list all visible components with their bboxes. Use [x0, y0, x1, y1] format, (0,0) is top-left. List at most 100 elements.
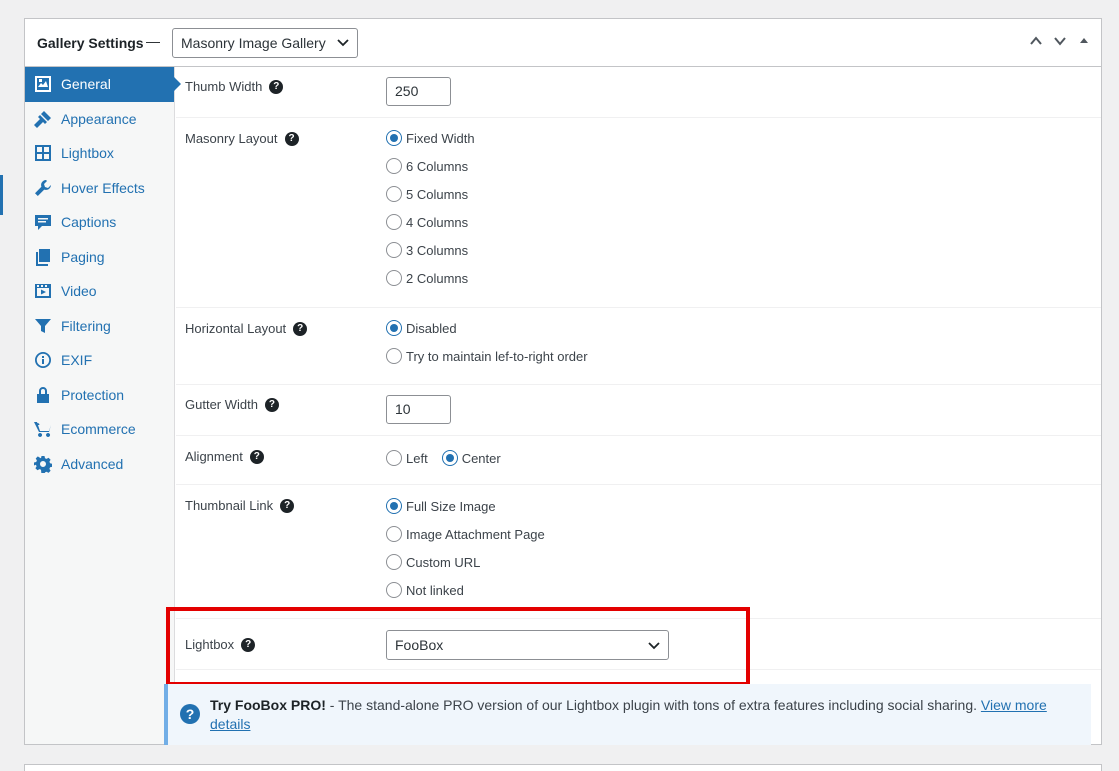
alignment-option-center[interactable]: Center	[441, 444, 501, 472]
option-label: Try to maintain lef-to-right order	[406, 348, 588, 364]
radio-button[interactable]	[386, 242, 402, 258]
help-icon[interactable]: ?	[264, 397, 279, 412]
chevron-down-icon	[337, 39, 349, 47]
video-icon	[34, 282, 52, 300]
thumb-width-label: Thumb Width	[185, 79, 263, 94]
masonry-option-2-columns[interactable]: 2 Columns	[386, 264, 475, 292]
horizontal-layout-label: Horizontal Layout	[185, 321, 287, 336]
horizontal-layout-options: Disabled Try to maintain lef-to-right or…	[386, 314, 588, 370]
setting-row-masonry-layout: Masonry Layout ? Fixed Width 6 Columns 5…	[176, 118, 1101, 308]
question-icon: ?	[180, 704, 200, 724]
horizontal-layout-label-wrap: Horizontal Layout ?	[185, 321, 308, 336]
radio-button[interactable]	[386, 526, 402, 542]
setting-row-thumb-width: Thumb Width ? 250	[176, 67, 1101, 118]
info-icon	[34, 351, 52, 369]
alignment-label-wrap: Alignment ?	[185, 449, 264, 464]
option-label: Image Attachment Page	[406, 526, 545, 542]
option-label: Full Size Image	[406, 498, 496, 514]
tab-protection[interactable]: Protection	[25, 378, 174, 413]
radio-button[interactable]	[386, 582, 402, 598]
thumbnail-link-label-wrap: Thumbnail Link ?	[185, 498, 295, 513]
tab-hover-effects[interactable]: Hover Effects	[25, 171, 174, 206]
tab-captions[interactable]: Captions	[25, 205, 174, 240]
tab-label: Video	[61, 283, 97, 300]
masonry-option-3-columns[interactable]: 3 Columns	[386, 236, 475, 264]
help-icon[interactable]: ?	[284, 131, 299, 146]
notice-text: Try FooBox PRO! - The stand-alone PRO ve…	[210, 696, 1050, 734]
filter-icon	[34, 317, 52, 335]
link-text-part1: View more	[980, 697, 1047, 713]
thumbnail-link-options: Full Size Image Image Attachment Page Cu…	[386, 492, 545, 604]
masonry-option-4-columns[interactable]: 4 Columns	[386, 208, 475, 236]
tab-label: General	[61, 76, 111, 93]
tab-label: Advanced	[61, 455, 124, 472]
thumb-width-field-wrap: 250	[386, 77, 451, 106]
horizontal-option-disabled[interactable]: Disabled	[386, 314, 588, 342]
thumbnail-link-option-full-size[interactable]: Full Size Image	[386, 492, 545, 520]
radio-button[interactable]	[386, 158, 402, 174]
help-icon[interactable]: ?	[269, 79, 284, 94]
alignment-option-left[interactable]: Left	[386, 444, 428, 472]
radio-button[interactable]	[386, 130, 402, 146]
thumb-width-label-wrap: Thumb Width ?	[185, 79, 284, 94]
radio-button[interactable]	[386, 450, 402, 466]
option-label: 6 Columns	[406, 158, 469, 174]
tab-exif[interactable]: EXIF	[25, 343, 174, 378]
masonry-layout-label-wrap: Masonry Layout ?	[185, 131, 299, 146]
setting-row-thumbnail-link: Thumbnail Link ? Full Size Image Image A…	[176, 485, 1101, 619]
radio-button[interactable]	[441, 450, 458, 466]
radio-button[interactable]	[386, 186, 402, 202]
radio-button[interactable]	[386, 214, 402, 230]
option-label: Fixed Width	[406, 130, 475, 146]
cart-icon	[34, 420, 52, 438]
help-icon[interactable]: ?	[249, 449, 264, 464]
tab-paging[interactable]: Paging	[25, 240, 174, 275]
tab-ecommerce[interactable]: Ecommerce	[25, 412, 174, 447]
move-down-icon[interactable]	[1053, 34, 1067, 48]
tab-label: Ecommerce	[61, 421, 136, 438]
radio-button[interactable]	[386, 320, 402, 336]
appearance-icon	[34, 110, 52, 128]
radio-button[interactable]	[386, 348, 402, 364]
thumbnail-link-label: Thumbnail Link	[185, 498, 274, 513]
setting-row-alignment: Alignment ? Left Center	[176, 436, 1101, 485]
masonry-option-fixed-width[interactable]: Fixed Width	[386, 124, 475, 152]
tab-advanced[interactable]: Advanced	[25, 447, 174, 482]
settings-panel: Thumb Width ? 250 Masonry Layout ? Fixed…	[176, 67, 1101, 744]
masonry-option-6-columns[interactable]: 6 Columns	[386, 152, 475, 180]
collapse-toggle-icon[interactable]	[1077, 34, 1091, 48]
foobox-pro-notice: ? Try FooBox PRO! - The stand-alone PRO …	[164, 684, 1091, 745]
thumb-width-input[interactable]: 250	[386, 77, 451, 106]
masonry-option-5-columns[interactable]: 5 Columns	[386, 180, 475, 208]
tab-appearance[interactable]: Appearance	[25, 102, 174, 137]
tab-general[interactable]: General	[25, 67, 181, 102]
help-icon[interactable]: ?	[293, 321, 308, 336]
help-icon[interactable]: ?	[241, 637, 256, 652]
thumbnail-link-option-custom-url[interactable]: Custom URL	[386, 548, 545, 576]
admin-edge-indicator	[0, 175, 3, 215]
tab-lightbox[interactable]: Lightbox	[25, 136, 174, 171]
tab-label: Protection	[61, 386, 125, 403]
thumbnail-link-option-not-linked[interactable]: Not linked	[386, 576, 545, 604]
radio-button[interactable]	[386, 554, 402, 570]
thumbnail-link-option-attachment[interactable]: Image Attachment Page	[386, 520, 545, 548]
general-icon	[34, 75, 52, 93]
wrench-icon	[34, 179, 52, 197]
setting-row-lightbox: Lightbox ? FooBox	[176, 619, 1101, 670]
lightbox-select[interactable]: FooBox	[386, 630, 669, 660]
radio-button[interactable]	[386, 270, 402, 286]
tab-filtering[interactable]: Filtering	[25, 309, 174, 344]
next-postbox	[24, 764, 1102, 771]
settings-tabs: General Appearance Lightbox Hover Effect…	[25, 67, 181, 744]
gallery-type-select[interactable]: Masonry Image Gallery	[172, 28, 358, 58]
gutter-width-input[interactable]: 10	[386, 395, 451, 424]
radio-button[interactable]	[386, 498, 402, 514]
gear-icon	[34, 455, 52, 473]
tab-label: Captions	[61, 214, 117, 231]
help-icon[interactable]: ?	[280, 498, 295, 513]
option-label: 2 Columns	[406, 270, 469, 286]
tab-video[interactable]: Video	[25, 274, 174, 309]
move-up-icon[interactable]	[1029, 34, 1043, 48]
paging-icon	[34, 248, 52, 266]
horizontal-option-order[interactable]: Try to maintain lef-to-right order	[386, 342, 588, 370]
